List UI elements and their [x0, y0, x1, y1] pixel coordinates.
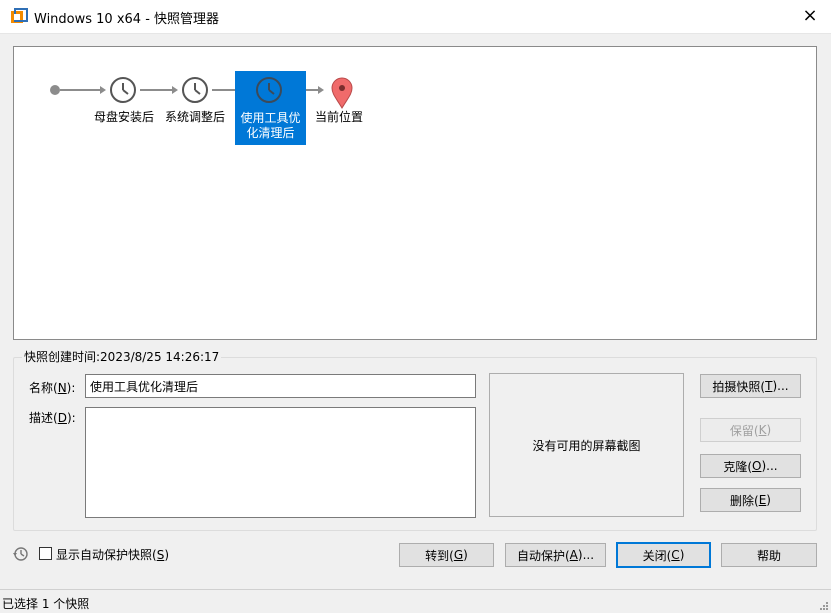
name-field[interactable]: 使用工具优化清理后 — [85, 374, 476, 398]
snapshot-node-2[interactable]: 系统调整后 — [165, 75, 235, 131]
vmware-icon — [11, 8, 28, 23]
description-label: 描述(D): — [29, 411, 76, 425]
root-node-dot — [50, 85, 60, 95]
current-position-node[interactable]: 当前位置 — [315, 75, 375, 131]
resize-grip-icon[interactable] — [819, 601, 829, 611]
snapshot-tree-view[interactable]: 母盘安装后 系统调整后 使用工具优化清理后 当前位置 — [13, 46, 817, 340]
status-bar: 已选择 1 个快照 — [0, 589, 831, 613]
current-position-label: 当前位置 — [315, 110, 364, 124]
help-button[interactable]: 帮助 — [721, 543, 817, 567]
delete-button[interactable]: 删除(E) — [700, 488, 801, 512]
snapshot-node-1[interactable]: 母盘安装后 — [94, 75, 164, 131]
show-autoprotect-label[interactable]: 显示自动保护快照(S) — [56, 546, 169, 563]
snapshot-node-label: 系统调整后 — [165, 110, 226, 124]
screenshot-preview: 没有可用的屏幕截图 — [489, 373, 684, 517]
no-screenshot-text: 没有可用的屏幕截图 — [532, 438, 641, 453]
name-label: 名称(N): — [29, 381, 76, 395]
snapshot-node-selected[interactable]: 使用工具优化清理后 — [235, 71, 306, 145]
history-icon — [13, 547, 28, 561]
keep-button[interactable]: 保留(K) — [700, 418, 801, 442]
show-autoprotect-checkbox[interactable] — [39, 547, 52, 560]
snapshot-node-label: 使用工具优化清理后 — [235, 111, 306, 141]
goto-button[interactable]: 转到(G) — [399, 543, 494, 567]
autoprotect-button[interactable]: 自动保护(A)... — [505, 543, 606, 567]
window-title: Windows 10 x64 - 快照管理器 — [34, 12, 220, 27]
take-snapshot-button[interactable]: 拍摄快照(T)... — [700, 374, 801, 398]
close-window-button[interactable]: × — [799, 4, 821, 28]
description-field[interactable] — [85, 407, 476, 518]
snapshot-node-label: 母盘安装后 — [94, 110, 155, 124]
title-bar: Windows 10 x64 - 快照管理器 × — [0, 0, 831, 34]
status-text: 已选择 1 个快照 — [2, 597, 90, 611]
clone-button[interactable]: 克隆(O)... — [700, 454, 801, 478]
snapshot-created-time: 快照创建时间:2023/8/25 14:26:17 — [22, 348, 222, 365]
close-button[interactable]: 关闭(C) — [616, 542, 711, 568]
